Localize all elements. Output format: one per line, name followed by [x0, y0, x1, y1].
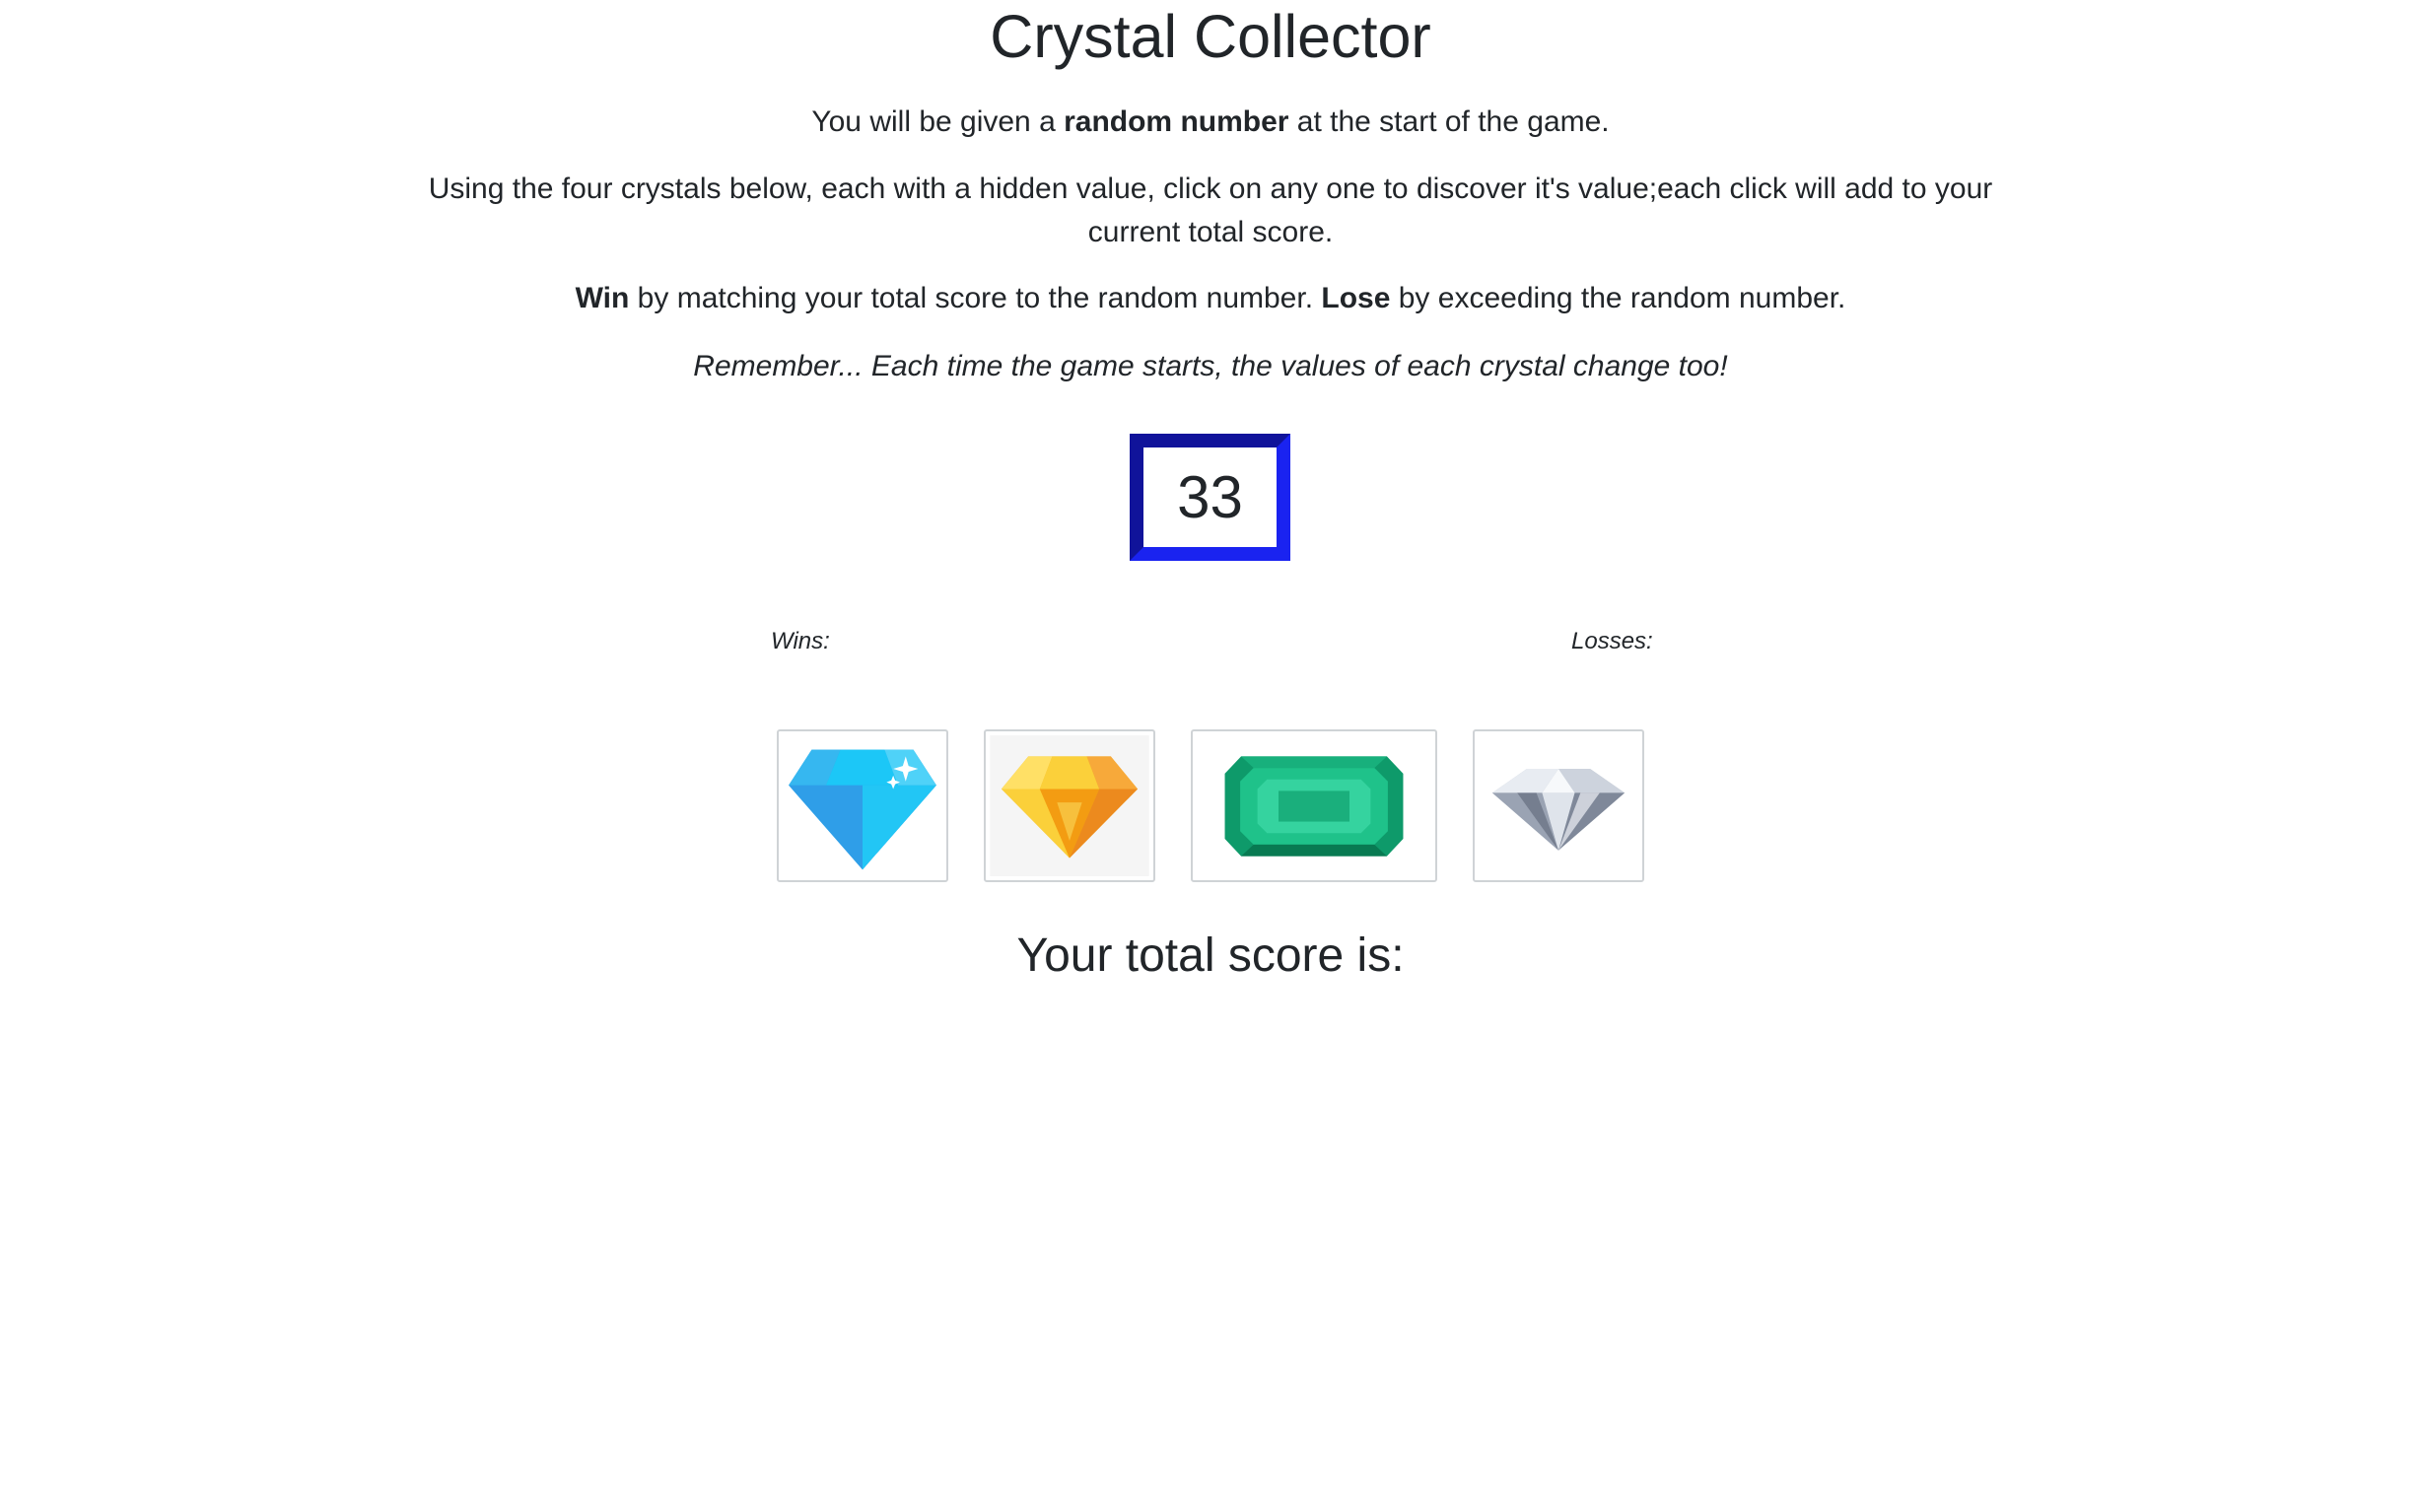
- lose-bold: Lose: [1321, 282, 1391, 314]
- instructions-line-1-after: at the start of the game.: [1288, 105, 1610, 138]
- instructions-line-3: Win by matching your total score to the …: [384, 277, 2037, 320]
- instructions-line-1: You will be given a random number at the…: [384, 101, 2037, 144]
- yellow-gem-icon: [990, 735, 1149, 876]
- instructions-line-1-bold: random number: [1064, 105, 1289, 138]
- crystal-button-4[interactable]: [1473, 729, 1644, 882]
- losses-label: Losses:: [1571, 628, 1653, 654]
- green-emerald-icon: [1224, 756, 1404, 857]
- total-score-label: Your total score is:: [1016, 929, 1405, 982]
- random-number-box: 33: [1130, 434, 1290, 561]
- blue-diamond-icon: [789, 749, 936, 870]
- instructions-line-1-before: You will be given a: [811, 105, 1065, 138]
- crystal-button-1[interactable]: [777, 729, 948, 882]
- clear-diamond-icon: [1491, 769, 1626, 851]
- wins-label: Wins:: [771, 628, 830, 654]
- win-text: by matching your total score to the rand…: [629, 282, 1322, 314]
- win-bold: Win: [575, 282, 630, 314]
- crystal-button-2[interactable]: [984, 729, 1155, 882]
- random-number: 33: [1177, 463, 1243, 530]
- instructions-line-4: Remember... Each time the game starts, t…: [693, 350, 1728, 382]
- page-title: Crystal Collector: [990, 3, 1431, 70]
- instructions-line-2: Using the four crystals below, each with…: [428, 172, 1993, 248]
- lose-text: by exceeding the random number.: [1390, 282, 1846, 314]
- game-page: Crystal Collector You will be given a ra…: [0, 0, 2421, 1512]
- crystal-button-3[interactable]: [1191, 729, 1437, 882]
